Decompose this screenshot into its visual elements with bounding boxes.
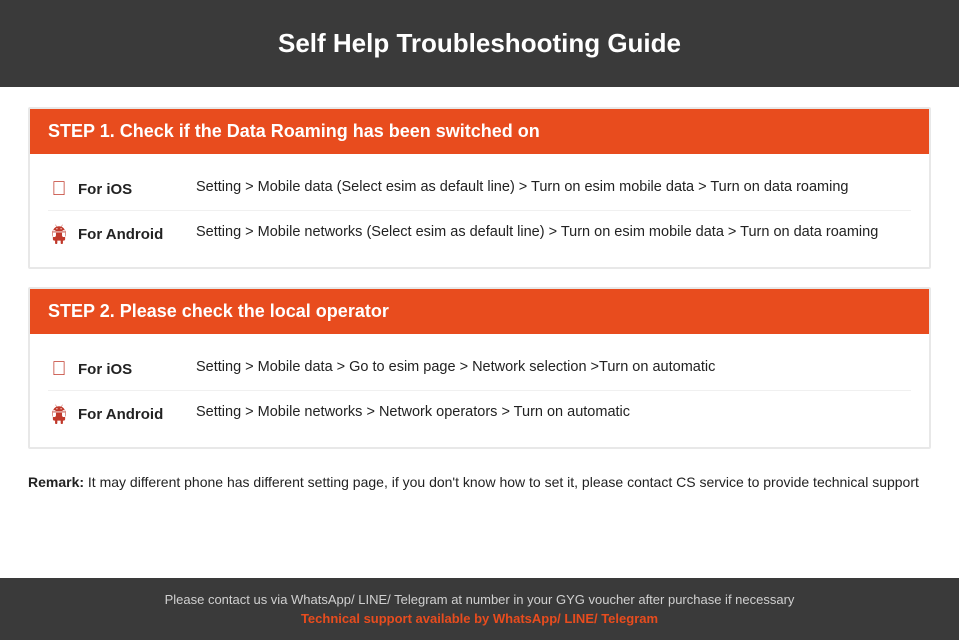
android-icon <box>48 223 70 245</box>
remark-label: Remark: <box>28 474 84 490</box>
android-icon-2 <box>48 403 70 425</box>
step2-android-label: For Android <box>48 401 196 425</box>
remark-section: Remark: It may different phone has diffe… <box>28 467 931 503</box>
footer-main-text: Please contact us via WhatsApp/ LINE/ Te… <box>20 592 939 607</box>
step1-ios-label:  For iOS <box>48 176 196 200</box>
step2-header: STEP 2. Please check the local operator <box>30 289 929 334</box>
step1-android-platform: For Android <box>78 226 163 243</box>
page-header: Self Help Troubleshooting Guide <box>0 0 959 87</box>
step1-ios-platform: For iOS <box>78 181 132 198</box>
step1-android-row: For Android Setting > Mobile networks (S… <box>48 210 911 255</box>
main-content: STEP 1. Check if the Data Roaming has be… <box>0 87 959 578</box>
step1-body:  For iOS Setting > Mobile data (Select … <box>30 154 929 267</box>
page-title: Self Help Troubleshooting Guide <box>20 28 939 59</box>
step2-title: STEP 2. Please check the local operator <box>48 301 911 322</box>
remark-text: It may different phone has different set… <box>84 474 919 490</box>
step2-android-text: Setting > Mobile networks > Network oper… <box>196 401 911 423</box>
step2-ios-text: Setting > Mobile data > Go to esim page … <box>196 356 911 378</box>
step1-block: STEP 1. Check if the Data Roaming has be… <box>28 107 931 269</box>
page-footer: Please contact us via WhatsApp/ LINE/ Te… <box>0 578 959 640</box>
step1-ios-text: Setting > Mobile data (Select esim as de… <box>196 176 911 198</box>
footer-support-text: Technical support available by WhatsApp/… <box>20 611 939 626</box>
step2-body:  For iOS Setting > Mobile data > Go to … <box>30 334 929 447</box>
step1-header: STEP 1. Check if the Data Roaming has be… <box>30 109 929 154</box>
step1-android-label: For Android <box>48 221 196 245</box>
apple-icon-2:  <box>48 358 70 380</box>
step2-block: STEP 2. Please check the local operator … <box>28 287 931 449</box>
step1-android-text: Setting > Mobile networks (Select esim a… <box>196 221 911 243</box>
step2-ios-platform: For iOS <box>78 361 132 378</box>
step1-title: STEP 1. Check if the Data Roaming has be… <box>48 121 911 142</box>
apple-icon:  <box>48 178 70 200</box>
step2-android-row: For Android Setting > Mobile networks > … <box>48 390 911 435</box>
step2-ios-row:  For iOS Setting > Mobile data > Go to … <box>48 346 911 390</box>
step2-android-platform: For Android <box>78 406 163 423</box>
step1-ios-row:  For iOS Setting > Mobile data (Select … <box>48 166 911 210</box>
step2-ios-label:  For iOS <box>48 356 196 380</box>
